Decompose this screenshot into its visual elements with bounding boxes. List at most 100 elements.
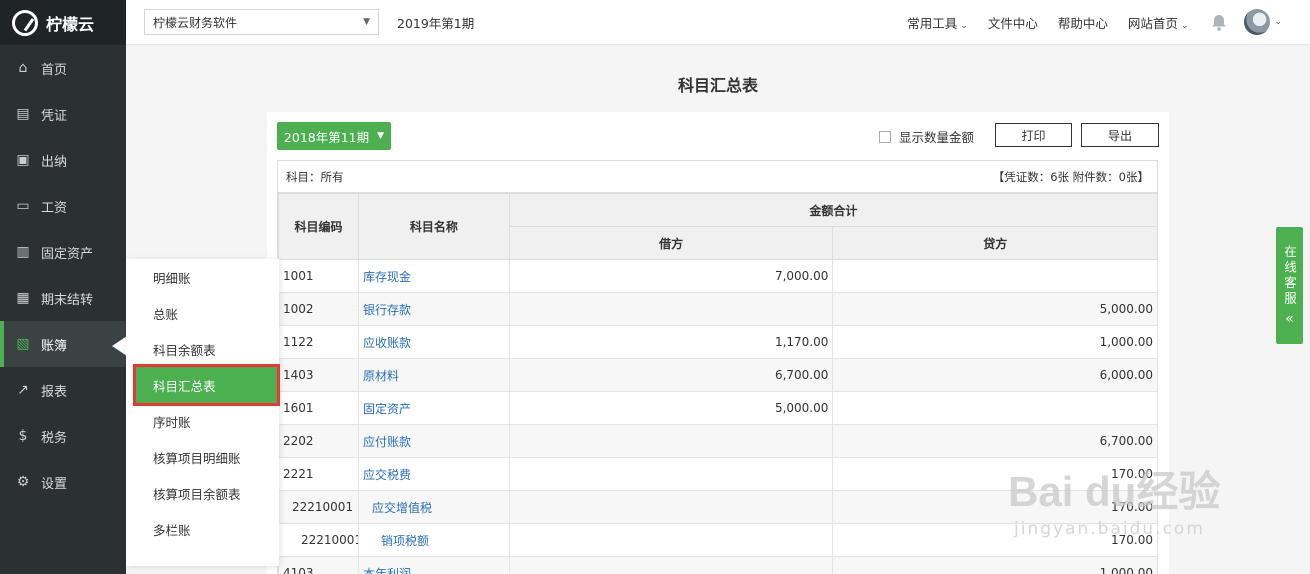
caret-down-icon: ▼: [377, 131, 385, 141]
voucher-info: 【凭证数：6张 附件数：0张】: [992, 169, 1149, 184]
table-row: 1601 固定资产 5,000.00: [278, 391, 1158, 425]
top-bar: 柠檬云财务软件 ▼ 2019年第1期 常用工具 ⌄ 文件中心 帮助中心 网站首页 ⌄…: [126, 0, 1310, 45]
online-service-label: 在线客服: [1282, 244, 1297, 307]
cell-name-link[interactable]: 库存现金: [358, 259, 510, 293]
period-selector-label: 2018年第11期: [283, 129, 370, 145]
sidebar-item-ledgers[interactable]: ▧ 账簿: [0, 321, 127, 367]
app-logo[interactable]: 柠檬云: [0, 0, 126, 45]
period-selector-button[interactable]: 2018年第11期 ▼: [277, 122, 391, 150]
submenu-item-journal[interactable]: 序时账: [126, 403, 279, 439]
sidebar-item-label: 凭证: [41, 108, 68, 124]
print-button[interactable]: 打印: [995, 123, 1072, 147]
cell-credit: 170.00: [832, 490, 1158, 524]
header-total: 金额合计: [508, 193, 1159, 227]
cell-debit: [508, 523, 834, 557]
cell-name-link[interactable]: 本年利润: [358, 556, 510, 574]
sidebar-item-label: 税务: [41, 430, 68, 446]
submenu-item-project-detail[interactable]: 核算项目明细账: [126, 439, 279, 475]
report-info-bar: 科目：所有 【凭证数：6张 附件数：0张】: [278, 161, 1157, 193]
sidebar-item-label: 出纳: [41, 154, 68, 170]
page-title: 科目汇总表: [677, 76, 758, 95]
header-credit: 贷方: [832, 226, 1158, 260]
summary-table: 科目编码 科目名称 金额合计 借方 贷方 1001 库存现金 7,000.00 …: [278, 193, 1159, 574]
cell-name-link[interactable]: 应付账款: [358, 424, 510, 458]
user-menu[interactable]: ⌄: [1244, 9, 1282, 35]
sidebar-item-label: 账簿: [41, 338, 68, 354]
cell-code: 1001: [278, 259, 359, 293]
cell-name-link[interactable]: 销项税额: [358, 523, 510, 557]
cell-credit: [832, 391, 1158, 425]
cell-credit: 6,700.00: [832, 424, 1158, 458]
calendar-icon: ▦: [16, 290, 30, 306]
export-button[interactable]: 导出: [1081, 123, 1159, 147]
report-panel: 2018年第11期 ▼ 显示数量金额 打印 导出 科目：所有 【凭证数：6张 附…: [267, 112, 1169, 574]
submenu-item-detail-ledger[interactable]: 明细账: [126, 259, 279, 295]
sidebar-item-reports[interactable]: ↗ 报表: [0, 367, 126, 413]
submenu-item-multi-column[interactable]: 多栏账: [126, 511, 279, 547]
book-icon: ▧: [16, 336, 30, 352]
sidebar-item-label: 期末结转: [41, 292, 94, 308]
table-row: 1002 银行存款 5,000.00: [278, 292, 1158, 326]
sidebar-item-period-end[interactable]: ▦ 期末结转: [0, 275, 126, 321]
cell-code: 1002: [278, 292, 359, 326]
subject-filter: 科目：所有: [286, 169, 344, 184]
chart-icon: ↗: [17, 382, 29, 398]
cell-name-link[interactable]: 银行存款: [358, 292, 510, 326]
cell-code: 2202: [278, 424, 359, 458]
cell-code: 1403: [278, 358, 359, 392]
gear-icon: ⚙: [16, 474, 30, 490]
nav-help-center[interactable]: 帮助中心: [1058, 13, 1108, 32]
cell-debit: [508, 457, 834, 491]
online-service-tab[interactable]: 在线客服 «: [1276, 227, 1303, 344]
cell-code: 1122: [278, 325, 359, 359]
double-chevron-left-icon: «: [1285, 310, 1294, 327]
sidebar-item-voucher[interactable]: ▤ 凭证: [0, 91, 126, 137]
cell-credit: [832, 259, 1158, 293]
show-quantity-toggle[interactable]: 显示数量金额: [879, 127, 974, 146]
company-select[interactable]: 柠檬云财务软件 ▼: [144, 9, 379, 35]
table-row: 22210001 应交增值税 170.00: [278, 490, 1158, 524]
submenu-item-general-ledger[interactable]: 总账: [126, 295, 279, 331]
cell-debit: [508, 556, 834, 574]
submenu-item-project-balance[interactable]: 核算项目余额表: [126, 475, 279, 511]
cell-name-link[interactable]: 应交税费: [358, 457, 510, 491]
sidebar-item-label: 设置: [41, 476, 68, 492]
checkbox[interactable]: [879, 130, 891, 143]
cell-name-link[interactable]: 应收账款: [358, 325, 510, 359]
cell-credit: 170.00: [832, 523, 1158, 557]
app-name: 柠檬云: [46, 14, 95, 34]
cell-credit: 1,000.00: [832, 556, 1158, 574]
sidebar-item-label: 工资: [41, 200, 68, 216]
cell-code: 2221000101: [278, 523, 359, 557]
top-nav: 常用工具 ⌄ 文件中心 帮助中心 网站首页 ⌄ ⌄: [887, 9, 1310, 35]
sidebar-item-payroll[interactable]: ▭ 工资: [0, 183, 126, 229]
nav-common-tools[interactable]: 常用工具 ⌄: [907, 13, 968, 32]
table-row: 2202 应付账款 6,700.00: [278, 424, 1158, 458]
cell-code: 1601: [278, 391, 359, 425]
table-row: 2221 应交税费 170.00: [278, 457, 1158, 491]
cell-name-link[interactable]: 应交增值税: [358, 490, 510, 524]
cell-credit: 6,000.00: [832, 358, 1158, 392]
nav-label: 常用工具: [907, 15, 958, 31]
submenu-item-subject-summary[interactable]: 科目汇总表: [133, 364, 280, 406]
sidebar-item-cashier[interactable]: ▣ 出纳: [0, 137, 126, 183]
cell-name-link[interactable]: 原材料: [358, 358, 510, 392]
header-debit: 借方: [508, 226, 834, 260]
sidebar-item-fixed-assets[interactable]: ▥ 固定资产: [0, 229, 126, 275]
nav-file-center[interactable]: 文件中心: [988, 13, 1038, 32]
header-name: 科目名称: [358, 193, 510, 260]
sidebar-item-tax[interactable]: $ 税务: [0, 413, 126, 459]
table-row: 4103 本年利润 1,000.00: [278, 556, 1158, 574]
chevron-down-icon: ⌄: [1274, 17, 1282, 27]
cell-name-link[interactable]: 固定资产: [358, 391, 510, 425]
sidebar-item-settings[interactable]: ⚙ 设置: [0, 459, 126, 505]
voucher-icon: ▤: [16, 106, 30, 122]
tax-coin-icon: $: [18, 428, 28, 444]
submenu-item-balance-sheet[interactable]: 科目余额表: [126, 331, 279, 367]
bell-icon[interactable]: [1210, 13, 1228, 31]
home-icon: ⌂: [18, 60, 28, 76]
cell-credit: 1,000.00: [832, 325, 1158, 359]
cell-debit: 5,000.00: [508, 391, 834, 425]
nav-website-home[interactable]: 网站首页 ⌄: [1128, 13, 1189, 32]
sidebar-item-home[interactable]: ⌂ 首页: [0, 45, 126, 91]
